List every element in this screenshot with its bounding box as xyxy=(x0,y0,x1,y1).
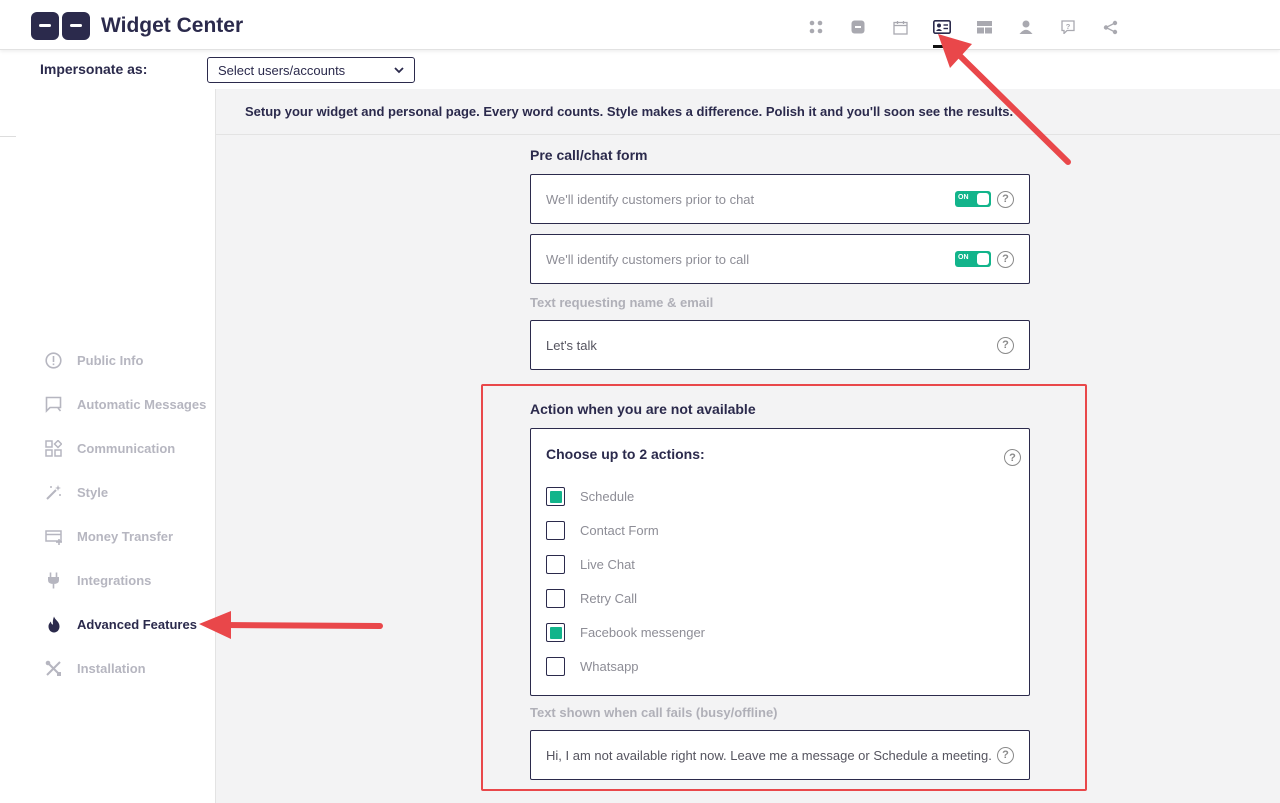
actions-box: Choose up to 2 actions: ? Schedule Conta… xyxy=(530,428,1030,696)
message-icon xyxy=(44,395,63,414)
pre-chat-toggle[interactable]: ON xyxy=(955,191,991,207)
sidebar-item-money-transfer[interactable]: Money Transfer xyxy=(44,527,173,546)
impersonate-label: Impersonate as: xyxy=(40,61,148,77)
sidebar-item-communication[interactable]: Communication xyxy=(44,439,175,458)
action-option-live-chat[interactable]: Live Chat xyxy=(546,555,635,574)
help-icon[interactable]: ? xyxy=(997,336,1014,354)
impersonate-select[interactable]: Select users/accounts xyxy=(207,57,415,83)
magic-wand-icon xyxy=(44,483,63,502)
toggle-knob xyxy=(977,253,989,265)
pre-chat-identify-text: We'll identify customers prior to chat xyxy=(546,191,755,207)
checkbox[interactable] xyxy=(546,623,565,642)
sidebar-item-label: Automatic Messages xyxy=(77,397,207,412)
not-available-section-title: Action when you are not available xyxy=(530,401,756,417)
top-bar: Widget Center ? xyxy=(0,0,1280,50)
app-title: Widget Center xyxy=(101,14,244,37)
call-fail-label: Text shown when call fails (busy/offline… xyxy=(530,705,778,720)
help-icon[interactable]: ? xyxy=(997,190,1014,208)
pre-chat-identify-field: We'll identify customers prior to chat O… xyxy=(530,174,1030,224)
sidebar-item-public-info[interactable]: Public Info xyxy=(44,351,143,370)
sidebar-item-label: Integrations xyxy=(77,573,152,588)
impersonate-select-value: Select users/accounts xyxy=(218,62,346,78)
pre-call-toggle[interactable]: ON xyxy=(955,251,991,267)
top-navigation: ? xyxy=(795,16,1131,48)
sidebar-item-integrations[interactable]: Integrations xyxy=(44,571,151,590)
checkbox[interactable] xyxy=(546,657,565,676)
action-option-contact-form[interactable]: Contact Form xyxy=(546,521,659,540)
flame-icon xyxy=(44,615,63,634)
sidebar-item-automatic-messages[interactable]: Automatic Messages xyxy=(44,395,206,414)
share-icon[interactable] xyxy=(1089,16,1131,38)
sidebar-item-label: Advanced Features xyxy=(77,617,197,632)
toggle-on-label: ON xyxy=(958,194,969,201)
sidebar-item-label: Installation xyxy=(77,661,146,676)
checkbox[interactable] xyxy=(546,521,565,540)
user-icon[interactable] xyxy=(1005,16,1047,38)
pre-call-identify-field: We'll identify customers prior to call O… xyxy=(530,234,1030,284)
checkbox[interactable] xyxy=(546,555,565,574)
checkbox[interactable] xyxy=(546,487,565,506)
action-option-label: Live Chat xyxy=(580,557,635,572)
action-option-label: Whatsapp xyxy=(580,659,639,674)
grid-shapes-icon xyxy=(44,439,63,458)
action-option-whatsapp[interactable]: Whatsapp xyxy=(546,657,639,676)
checkbox[interactable] xyxy=(546,589,565,608)
payment-icon xyxy=(44,527,63,546)
widget-icon[interactable] xyxy=(837,16,879,38)
help-icon[interactable]: ? xyxy=(997,746,1014,764)
action-option-retry-call[interactable]: Retry Call xyxy=(546,589,637,608)
action-option-label: Facebook messenger xyxy=(580,625,706,640)
action-option-schedule[interactable]: Schedule xyxy=(546,487,634,506)
sidebar-item-label: Communication xyxy=(77,441,176,456)
help-chat-icon[interactable]: ? xyxy=(1047,16,1089,38)
apps-icon[interactable] xyxy=(795,16,837,38)
pre-call-identify-text: We'll identify customers prior to call xyxy=(546,251,750,267)
contact-card-icon[interactable] xyxy=(921,16,963,48)
tools-icon xyxy=(44,659,63,678)
sidebar-item-installation[interactable]: Installation xyxy=(44,659,146,678)
call-fail-text-input[interactable]: Hi, I am not available right now. Leave … xyxy=(530,730,1030,780)
calendar-icon[interactable] xyxy=(879,16,921,38)
chevron-down-icon xyxy=(394,66,404,73)
sidebar-item-label: Public Info xyxy=(77,353,144,368)
action-option-facebook-messenger[interactable]: Facebook messenger xyxy=(546,623,705,642)
sidebar: Public Info Automatic Messages Communica… xyxy=(16,89,216,803)
toggle-knob xyxy=(977,193,989,205)
name-email-value: Let's talk xyxy=(546,337,597,353)
sidebar-item-advanced-features[interactable]: Advanced Features xyxy=(44,615,197,634)
info-icon xyxy=(44,351,63,370)
action-option-label: Contact Form xyxy=(580,523,659,538)
action-option-label: Retry Call xyxy=(580,591,638,606)
pre-call-section-title: Pre call/chat form xyxy=(530,147,648,163)
name-email-label: Text requesting name & email xyxy=(530,295,714,310)
svg-text:?: ? xyxy=(1066,22,1071,31)
call-fail-text-value: Hi, I am not available right now. Leave … xyxy=(546,747,992,763)
choose-actions-label: Choose up to 2 actions: xyxy=(546,446,705,462)
toggle-on-label: ON xyxy=(958,254,969,261)
sidebar-item-label: Money Transfer xyxy=(77,529,174,544)
help-icon[interactable]: ? xyxy=(997,250,1014,268)
app-logo[interactable] xyxy=(31,12,90,40)
name-email-input[interactable]: Let's talk ? xyxy=(530,320,1030,370)
sidebar-item-style[interactable]: Style xyxy=(44,483,108,502)
sidebar-item-label: Style xyxy=(77,485,109,500)
plug-icon xyxy=(44,571,63,590)
layout-icon[interactable] xyxy=(963,16,1005,38)
widget-center-page: Widget Center ? Impersonate as: Select u… xyxy=(0,0,1280,803)
intro-text: Setup your widget and personal page. Eve… xyxy=(216,89,1280,135)
left-strip-divider xyxy=(0,89,16,137)
action-option-label: Schedule xyxy=(580,489,635,504)
help-icon[interactable]: ? xyxy=(1004,449,1021,466)
